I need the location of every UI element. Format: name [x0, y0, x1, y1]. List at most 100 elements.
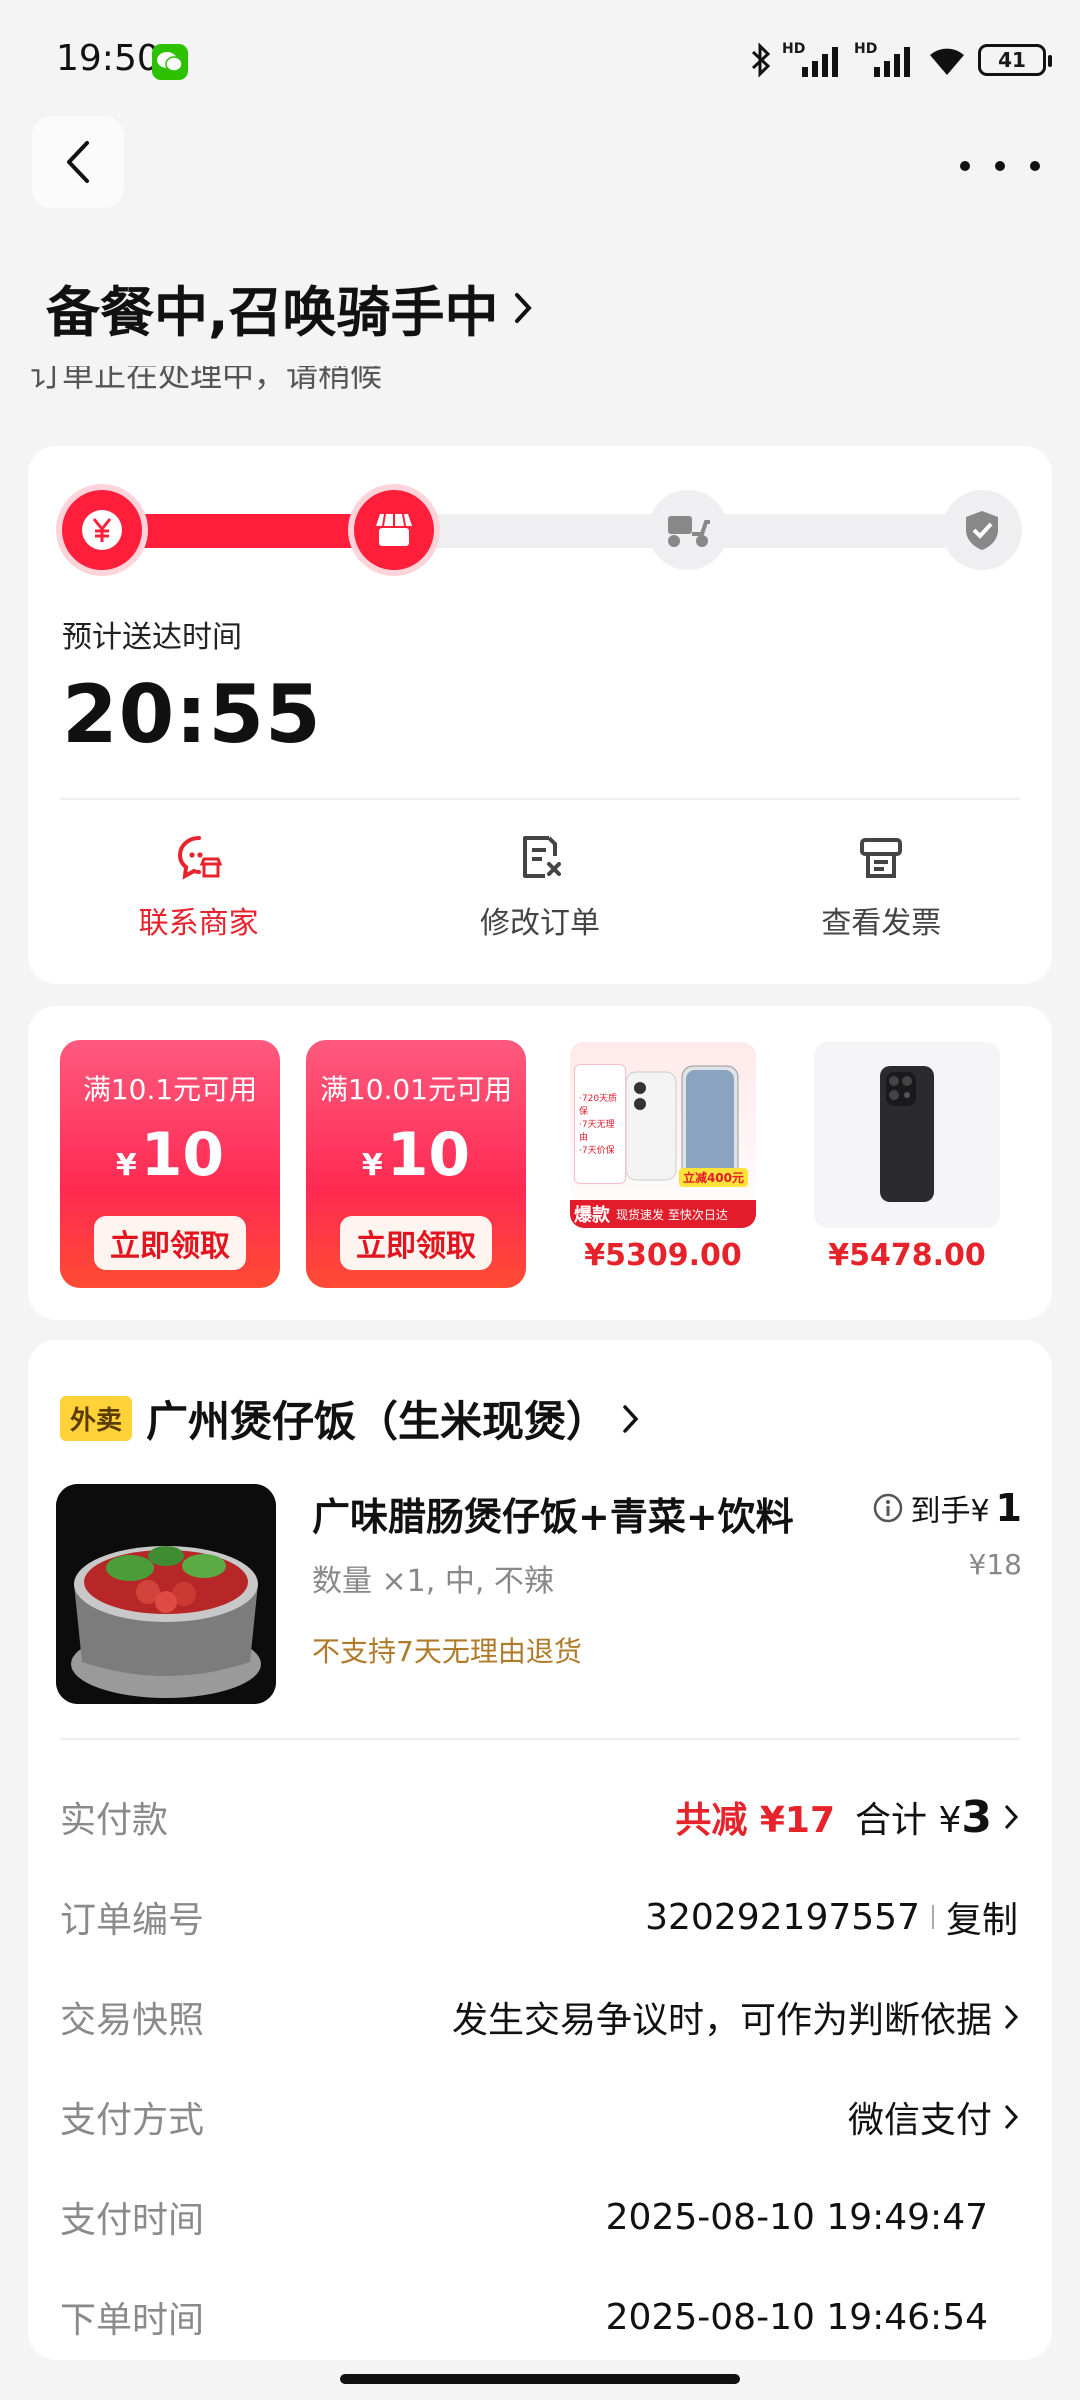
- payment-method-row[interactable]: 支付方式 微信支付: [60, 2092, 1018, 2142]
- product-price: ¥5478.00: [828, 1238, 986, 1273]
- food-spec: 数量 ×1, 中, 不辣: [312, 1564, 554, 1599]
- store-icon: [376, 513, 412, 546]
- claypot-rice-image: [56, 1484, 276, 1704]
- edit-order-icon: [522, 836, 561, 878]
- invoice-icon: [860, 838, 903, 878]
- payment-time-value: 2025-08-10 19:49:47: [605, 2196, 988, 2238]
- status-time: 19:50: [56, 38, 160, 79]
- system-icons: HD HD 41: [750, 40, 1052, 80]
- divider: [60, 1738, 1020, 1740]
- order-number-label: 订单编号: [60, 1900, 205, 1941]
- product-banner: 爆款 现货速发 至快次日达: [570, 1200, 756, 1228]
- coupon-card[interactable]: 满10.1元可用 ¥10 立即领取: [60, 1040, 280, 1288]
- promo-card: 满10.1元可用 ¥10 立即领取 满10.01元可用 ¥10 立即领取 ·72…: [28, 1006, 1052, 1320]
- hot-badge: 爆款: [574, 1205, 610, 1226]
- order-time-label: 下单时间: [60, 2300, 205, 2341]
- promo-perks-box: ·720天质保 ·7天无理由 ·7天价保: [574, 1064, 626, 1184]
- home-indicator[interactable]: [340, 2374, 740, 2384]
- return-policy-note: 不支持7天无理由退货: [312, 1635, 582, 1668]
- contact-merchant-button[interactable]: 联系商家: [28, 832, 369, 942]
- coupon-amount: ¥10: [306, 1120, 526, 1190]
- chevron-left-icon: [67, 141, 89, 183]
- original-price: ¥18: [968, 1548, 1022, 1581]
- modify-order-label: 修改订单: [479, 906, 600, 941]
- wechat-notification-icon: [152, 44, 188, 80]
- product-recommendation[interactable]: ·720天质保 ·7天无理由 ·7天价保 立减400元 爆款 现货速发 至快次日…: [570, 1042, 756, 1273]
- divider: [60, 798, 1020, 800]
- view-invoice-button[interactable]: 查看发票: [711, 832, 1052, 942]
- view-invoice-label: 查看发票: [821, 906, 942, 941]
- paid-label: 实付款: [60, 1800, 169, 1841]
- signal-strength-2-icon: HD: [854, 41, 916, 79]
- discount-sticker: 立减400元: [678, 1168, 748, 1187]
- paid-values: 共减 ¥17 合计 ¥3: [675, 1791, 1018, 1843]
- chevron-right-icon: [1004, 2004, 1018, 2030]
- coupon-amount-value: 10: [386, 1120, 471, 1190]
- eta-time: 20:55: [62, 668, 322, 761]
- payment-method-label: 支付方式: [60, 2100, 205, 2141]
- status-notice-text: 订单正在处理中，请稍候: [30, 366, 383, 394]
- rider-step-node: [648, 490, 728, 570]
- more-options-button[interactable]: [960, 146, 1040, 186]
- delivery-tag: 外卖: [60, 1396, 133, 1441]
- claim-coupon-button[interactable]: 立即领取: [94, 1216, 246, 1270]
- chevron-right-icon: [1004, 2104, 1018, 2130]
- dot-icon: [960, 161, 970, 171]
- eta-label: 预计送达时间: [62, 620, 242, 655]
- scooter-icon: [668, 516, 710, 547]
- coupon-amount: ¥10: [60, 1120, 280, 1190]
- order-number: 320292197557: [645, 1896, 920, 1938]
- order-actions: 联系商家 修改订单 查看发票: [28, 832, 1052, 942]
- chevron-right-icon: [623, 1404, 639, 1433]
- coupon-currency: ¥: [361, 1148, 383, 1183]
- contact-merchant-label: 联系商家: [138, 906, 259, 941]
- signal-strength-1-icon: HD: [782, 41, 844, 79]
- snapshot-label: 交易快照: [60, 2000, 205, 2041]
- food-title: 广味腊肠煲仔饭+青菜+饮料: [312, 1495, 794, 1539]
- modify-order-button[interactable]: 修改订单: [369, 832, 710, 942]
- shop-name: 广州煲仔饭（生米现煲）: [146, 1397, 609, 1446]
- chevron-right-icon: [514, 292, 532, 323]
- final-price-prefix: 到手¥: [910, 1494, 990, 1529]
- shipping-note: 现货速发 至快次日达: [616, 1207, 728, 1222]
- progress-track: [88, 514, 992, 548]
- shop-link[interactable]: 外卖 广州煲仔饭（生米现煲）: [60, 1388, 640, 1449]
- order-status-title[interactable]: 备餐中,召唤骑手中: [46, 268, 533, 347]
- total-amount: 合计 ¥3: [855, 1791, 992, 1843]
- coupon-card[interactable]: 满10.01元可用 ¥10 立即领取: [306, 1040, 526, 1288]
- payment-time-label: 支付时间: [60, 2200, 205, 2241]
- chevron-right-icon: [1004, 1804, 1018, 1830]
- order-time-value: 2025-08-10 19:46:54: [605, 2296, 988, 2338]
- paid-amount-row[interactable]: 实付款 共减 ¥17 合计 ¥3: [60, 1791, 1018, 1843]
- product-price: ¥5309.00: [584, 1238, 742, 1273]
- delivery-progress-card: 预计送达时间 20:55 联系商家 修改订单 查看发票: [28, 446, 1052, 984]
- order-time-row: 下单时间 2025-08-10 19:46:54: [60, 2292, 988, 2342]
- payment-method-values: 微信支付: [848, 2091, 1018, 2143]
- check-shield-icon: [966, 511, 998, 550]
- food-image[interactable]: [56, 1484, 276, 1704]
- coupon-currency: ¥: [115, 1148, 137, 1183]
- product-recommendation[interactable]: ¥5478.00: [814, 1042, 1000, 1273]
- snapshot-row[interactable]: 交易快照 发生交易争议时，可作为判断依据: [60, 1992, 1018, 2042]
- claim-coupon-button[interactable]: 立即领取: [340, 1216, 492, 1270]
- status-notice: 订单正在处理中，请稍候: [30, 366, 382, 402]
- status-bar: 19:50 HD HD 41: [0, 0, 1080, 120]
- promo-perks-text: ·720天质保 ·7天无理由 ·7天价保: [579, 1094, 618, 1156]
- back-button[interactable]: [32, 116, 124, 208]
- order-status-text: 备餐中,召唤骑手中: [46, 281, 499, 344]
- snapshot-values: 发生交易争议时，可作为判断依据: [452, 1991, 1018, 2043]
- dot-icon: [1030, 161, 1040, 171]
- payment-time-row: 支付时间 2025-08-10 19:49:47: [60, 2192, 988, 2242]
- product-image: ·720天质保 ·7天无理由 ·7天价保 立减400元 爆款 现货速发 至快次日…: [570, 1042, 756, 1228]
- copy-button[interactable]: 复制: [946, 1891, 1018, 1943]
- info-icon: [874, 1493, 903, 1523]
- dot-icon: [995, 161, 1005, 171]
- final-price[interactable]: 到手¥ 1: [872, 1486, 1022, 1530]
- delivered-step-node: [942, 490, 1022, 570]
- battery-indicator: 41: [978, 44, 1052, 76]
- chat-store-icon: [177, 836, 222, 880]
- product-image: [814, 1042, 1000, 1228]
- coupon-amount-value: 10: [140, 1120, 225, 1190]
- store-step-node: [354, 490, 434, 570]
- discount-total: 共减 ¥17: [675, 1800, 836, 1841]
